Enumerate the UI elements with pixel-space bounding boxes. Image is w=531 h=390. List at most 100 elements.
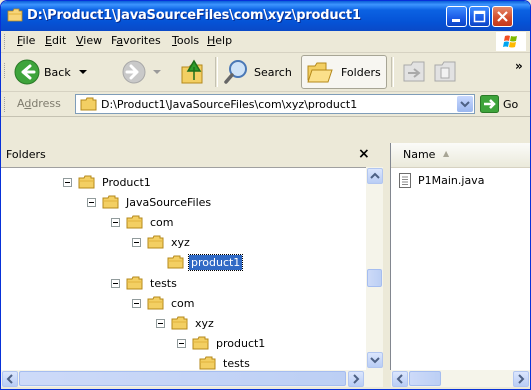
folder-tree-horizontal-scrollbar[interactable]	[1, 370, 383, 387]
folder-tree: Product1 JavaSourceFiles com xyz product1 tes…	[1, 167, 366, 371]
folder-icon	[171, 316, 188, 330]
minimize-icon	[452, 19, 460, 22]
tree-node-label: tests	[223, 356, 250, 370]
maximize-icon	[473, 10, 486, 23]
scroll-down-button[interactable]	[367, 352, 383, 368]
tree-node[interactable]: com	[111, 213, 176, 231]
maximize-button[interactable]	[469, 6, 490, 27]
tree-node-label: product1	[187, 253, 244, 271]
title-bar[interactable]: D:\Product1\JavaSourceFiles\com\xyz\prod…	[1, 1, 530, 31]
chevron-left-icon	[6, 374, 13, 384]
up-folder-icon	[181, 59, 203, 84]
folders-pane-close-button[interactable]: ×	[358, 146, 370, 162]
tree-node-label: product1	[216, 336, 266, 350]
scroll-right-button[interactable]	[513, 371, 529, 387]
address-grip[interactable]	[4, 97, 8, 112]
back-dropdown-icon[interactable]	[77, 67, 89, 77]
folders-pane-title: Folders	[6, 148, 46, 161]
collapse-toggle[interactable]	[63, 177, 72, 187]
scroll-right-button[interactable]	[348, 371, 364, 387]
close-icon	[497, 11, 508, 22]
toolbar-separator	[215, 57, 218, 87]
scroll-left-button[interactable]	[2, 371, 18, 387]
folder-icon	[147, 296, 164, 310]
search-button[interactable]: Search	[223, 59, 292, 85]
forward-button[interactable]	[121, 59, 163, 85]
scroll-up-button[interactable]	[367, 168, 383, 184]
up-folder-button[interactable]	[180, 57, 206, 85]
tree-node[interactable]: tests	[199, 354, 252, 371]
folders-button[interactable]: Folders	[301, 55, 387, 89]
address-input[interactable]: D:\Product1\JavaSourceFiles\com\xyz\prod…	[75, 94, 475, 114]
menu-grip[interactable]	[4, 34, 8, 49]
collapse-toggle[interactable]	[132, 298, 141, 308]
window-title: D:\Product1\JavaSourceFiles\com\xyz\prod…	[27, 8, 361, 23]
collapse-toggle[interactable]	[177, 338, 186, 348]
go-button[interactable]: Go	[480, 95, 518, 113]
collapse-toggle[interactable]	[156, 318, 165, 328]
go-arrow-icon	[480, 95, 499, 113]
chevron-right-icon	[353, 374, 360, 384]
toolbar-overflow-chevron[interactable]: »	[515, 59, 523, 73]
file-list-pane: Name ▲ P1Main.java	[390, 143, 530, 387]
folders-pane-header: Folders ×	[1, 143, 385, 167]
forward-dropdown-icon[interactable]	[151, 67, 163, 77]
folder-icon	[147, 235, 164, 249]
menu-tools[interactable]: Tools	[172, 34, 199, 47]
move-to-folder-icon	[403, 61, 425, 82]
back-button[interactable]: Back	[13, 58, 89, 86]
close-button[interactable]	[492, 6, 513, 27]
back-label: Back	[44, 65, 71, 79]
folder-tree-vertical-scrollbar[interactable]	[366, 167, 383, 370]
scroll-left-button[interactable]	[392, 371, 408, 387]
name-column-label: Name	[403, 148, 436, 161]
move-to-button[interactable]	[402, 59, 428, 85]
tree-node-label: xyz	[171, 235, 190, 249]
name-column-header[interactable]: Name ▲	[391, 143, 530, 168]
address-dropdown-button[interactable]	[457, 96, 473, 112]
toolbar-grip[interactable]	[4, 63, 8, 78]
file-list-horizontal-scrollbar[interactable]	[391, 370, 530, 387]
tree-node[interactable]: tests	[111, 274, 179, 292]
folder-icon	[78, 175, 95, 189]
folders-label: Folders	[341, 66, 381, 79]
forward-arrow-icon	[122, 60, 146, 84]
tree-node-label: xyz	[195, 316, 214, 330]
go-label: Go	[503, 97, 519, 111]
open-folder-icon	[167, 255, 184, 269]
tree-node-label: tests	[150, 276, 177, 290]
file-item[interactable]: P1Main.java	[399, 173, 486, 188]
tree-node-label: com	[150, 215, 174, 229]
copy-to-button[interactable]	[433, 59, 459, 85]
tree-node[interactable]: JavaSourceFiles	[87, 193, 213, 211]
tree-node[interactable]: Product1	[63, 173, 153, 191]
tree-node-label: com	[171, 296, 195, 310]
menu-view[interactable]: View	[76, 34, 102, 47]
tree-node[interactable]: xyz	[132, 233, 192, 251]
standard-toolbar: Back Search Folders »	[1, 53, 530, 92]
menu-help[interactable]: Help	[207, 34, 232, 47]
collapse-toggle[interactable]	[111, 217, 120, 227]
minimize-button[interactable]	[446, 6, 467, 27]
menu-favorites[interactable]: Favorites	[111, 34, 161, 47]
horizontal-scroll-thumb[interactable]	[19, 371, 346, 386]
horizontal-scroll-thumb[interactable]	[409, 371, 441, 386]
chevron-down-icon	[460, 101, 470, 108]
menu-bar: File Edit View Favorites Tools Help	[1, 31, 530, 53]
collapse-toggle[interactable]	[132, 237, 141, 247]
tree-node[interactable]: product1	[177, 334, 267, 352]
menu-file[interactable]: File	[17, 34, 35, 47]
chevron-right-icon	[518, 374, 525, 384]
chevron-up-icon	[370, 172, 380, 179]
tree-node[interactable]: com	[132, 294, 197, 312]
chevron-left-icon	[396, 374, 403, 384]
menu-edit[interactable]: Edit	[45, 34, 66, 47]
tree-node[interactable]: product1	[167, 253, 244, 271]
folders-icon	[307, 62, 333, 83]
collapse-toggle[interactable]	[87, 197, 96, 207]
tree-node[interactable]: xyz	[156, 314, 216, 332]
explorer-window: D:\Product1\JavaSourceFiles\com\xyz\prod…	[0, 0, 531, 390]
scroll-thumb[interactable]	[367, 269, 382, 287]
collapse-toggle[interactable]	[111, 278, 120, 288]
toolbar-separator-2	[391, 57, 394, 87]
